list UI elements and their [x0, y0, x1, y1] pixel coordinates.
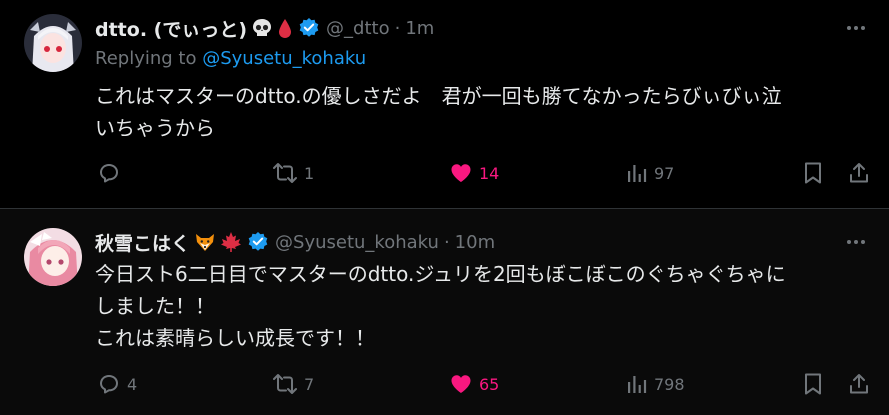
- display-name[interactable]: dtto. (でぃっと): [95, 15, 247, 42]
- more-options-icon[interactable]: [845, 231, 867, 253]
- like-button[interactable]: 65: [449, 371, 499, 397]
- bookmark-icon: [805, 373, 821, 395]
- bookmark-icon: [805, 162, 821, 184]
- heart-filled-icon: [451, 164, 471, 182]
- views-button[interactable]: 97: [626, 160, 674, 186]
- views-count: 798: [654, 374, 685, 394]
- verified-badge-icon: [298, 17, 320, 39]
- skull-emoji: [251, 17, 273, 39]
- tweet-text-line: これは素晴らしい成長です！！: [95, 326, 375, 350]
- reply-icon: [100, 375, 118, 394]
- views-bar-icon: [628, 165, 647, 182]
- views-button[interactable]: 798: [626, 371, 685, 397]
- heart-filled-icon: [451, 375, 471, 393]
- share-button[interactable]: [848, 160, 870, 186]
- tweet-text: これはマスターのdtto.の優しさだよ 君が一回も勝てなかったらびぃびぃ泣 いち…: [95, 80, 875, 144]
- tweet-text-line: しました！！: [95, 294, 215, 318]
- reply-button[interactable]: [97, 160, 121, 186]
- display-name[interactable]: 秋雪こはく: [95, 229, 190, 256]
- dot-separator: ·: [394, 17, 401, 39]
- views-count: 97: [654, 163, 675, 183]
- tweet-dtto[interactable]: dtto. (でぃっと) @_dtto · 1m Replying to @Sy…: [0, 0, 889, 208]
- retweet-button[interactable]: 7: [272, 371, 314, 397]
- fox-emoji: [194, 231, 216, 253]
- tweet-text: 今日スト6二日目でマスターのdtto.ジュリを2回もぼこぼこのぐちゃぐちゃに し…: [95, 258, 875, 354]
- reply-icon: [100, 164, 118, 183]
- replying-to-label: Replying to: [95, 48, 197, 69]
- views-bar-icon: [628, 376, 647, 393]
- retweet-icon: [273, 163, 297, 183]
- timestamp[interactable]: 10m: [455, 232, 495, 253]
- tweet-text-line: 今日スト6二日目でマスターのdtto.ジュリを2回もぼこぼこのぐちゃぐちゃに: [95, 262, 786, 286]
- author-handle[interactable]: @Syusetu_kohaku: [275, 232, 439, 253]
- retweet-icon: [273, 374, 297, 394]
- tweet-text-line: これはマスターのdtto.の優しさだよ 君が一回も勝てなかったらびぃびぃ泣: [95, 84, 782, 108]
- bookmark-button[interactable]: [802, 371, 824, 397]
- retweet-count: 1: [304, 163, 315, 183]
- retweet-button[interactable]: 1: [272, 160, 314, 186]
- tweet-kohaku[interactable]: 秋雪こはく @Syusetu_kohaku · 10m 今日スト6二日目でマスタ…: [0, 209, 889, 415]
- reply-button[interactable]: 4: [97, 371, 137, 397]
- verified-badge-icon: [247, 231, 269, 253]
- blood-drop-emoji: [277, 17, 293, 39]
- avatar[interactable]: [24, 228, 82, 286]
- timestamp[interactable]: 1m: [405, 18, 434, 39]
- retweet-count: 7: [304, 374, 315, 394]
- like-count: 65: [479, 374, 500, 394]
- more-options-icon[interactable]: [845, 17, 867, 39]
- maple-leaf-emoji: [220, 231, 242, 253]
- like-button[interactable]: 14: [449, 160, 499, 186]
- share-button[interactable]: [848, 371, 870, 397]
- reply-mention-link[interactable]: @Syusetu_kohaku: [202, 48, 366, 69]
- share-icon: [850, 374, 868, 394]
- avatar[interactable]: [24, 14, 82, 72]
- like-count: 14: [479, 163, 500, 183]
- dot-separator: ·: [443, 231, 450, 253]
- share-icon: [850, 163, 868, 183]
- author-handle[interactable]: @_dtto: [326, 18, 390, 39]
- tweet-text-line: いちゃうから: [95, 116, 215, 140]
- replying-to-line: Replying to @Syusetu_kohaku: [95, 48, 366, 69]
- bookmark-button[interactable]: [802, 160, 824, 186]
- reply-count: 4: [127, 374, 138, 394]
